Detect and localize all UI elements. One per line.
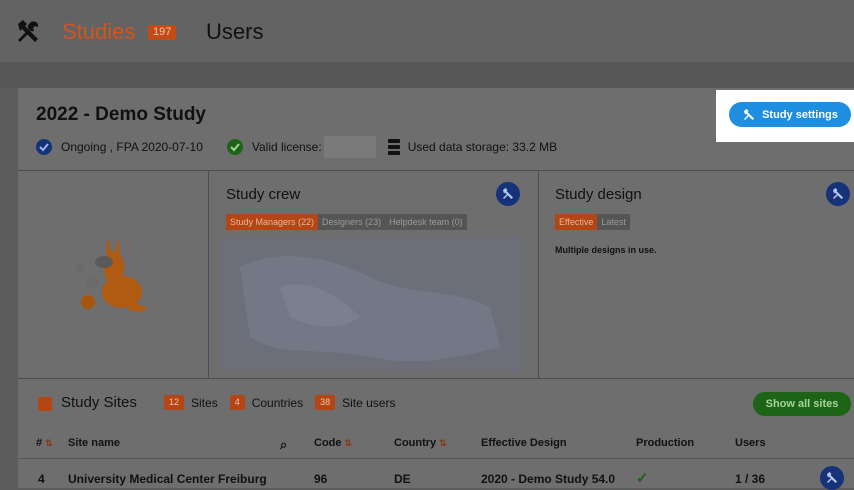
show-all-sites-button[interactable]: Show all sites	[753, 392, 851, 416]
countries-count-label: Countries	[251, 395, 304, 410]
study-title: 2022 - Demo Study	[36, 104, 206, 125]
crew-settings-button[interactable]	[496, 182, 520, 206]
row-number: 4	[38, 472, 45, 486]
row-code: 96	[314, 472, 328, 486]
study-design-title: Study design	[555, 186, 642, 203]
tab-latest[interactable]: Latest	[597, 214, 630, 230]
study-settings-label: Study settings	[762, 108, 838, 121]
studies-count-badge: 197	[148, 25, 177, 40]
study-status-text: Ongoing , FPA 2020-07-10	[61, 140, 203, 154]
tab-effective[interactable]: Effective	[555, 214, 598, 230]
tab-helpdesk-team[interactable]: Helpdesk team (0)	[385, 214, 467, 230]
dog-illustration	[75, 238, 148, 312]
table-row-divider	[18, 458, 854, 459]
study-sites-title: Study Sites	[61, 394, 137, 411]
header-band	[0, 62, 854, 88]
tab-designers[interactable]: Designers (23)	[318, 214, 386, 230]
divider	[538, 170, 539, 378]
row-site-name[interactable]: University Medical Center Freiburg	[68, 472, 267, 486]
tab-study-managers[interactable]: Study Managers (22)	[226, 214, 319, 230]
sites-count-badge: 12	[164, 395, 185, 410]
study-settings-button[interactable]: Study settings	[729, 102, 851, 127]
tools-icon[interactable]	[14, 18, 42, 46]
sort-icon: ⇅	[439, 438, 447, 448]
study-status-row: Ongoing , FPA 2020-07-10 Valid license: …	[36, 136, 558, 158]
sort-icon: ⇅	[344, 438, 353, 448]
tools-icon	[827, 472, 837, 483]
column-header-country[interactable]: Country ⇅	[394, 437, 447, 449]
site-users-count-badge: 38	[315, 395, 336, 410]
column-header-users[interactable]: Users	[735, 437, 766, 449]
column-header-site-name[interactable]: Site name	[68, 437, 120, 449]
divider	[18, 378, 854, 379]
crew-tabs: Study Managers (22) Designers (23) Helpd…	[226, 214, 467, 230]
row-users: 1 / 36	[735, 472, 766, 486]
column-header-number[interactable]: # ⇅	[36, 437, 53, 449]
nav-studies-link[interactable]: Studies	[62, 19, 135, 45]
column-header-code[interactable]: Code ⇅	[314, 437, 352, 449]
status-check-icon	[36, 139, 52, 155]
storage-text: Used data storage: 33.2 MB	[407, 140, 558, 154]
sort-icon: ⇅	[45, 438, 53, 448]
design-note: Multiple designs in use.	[555, 245, 657, 255]
sites-count-label: Sites	[191, 395, 218, 410]
top-navigation-bar: Studies 197 Users	[0, 0, 854, 62]
design-settings-button[interactable]	[826, 182, 850, 206]
site-users-count-label: Site users	[342, 395, 396, 410]
collapse-icon[interactable]	[38, 397, 52, 411]
row-country: DE	[394, 472, 411, 486]
license-check-icon	[226, 139, 243, 155]
row-effective-design: 2020 - Demo Study 54.0	[481, 472, 616, 486]
design-tabs: Effective Latest	[555, 214, 630, 230]
database-icon	[387, 139, 400, 155]
divider	[208, 170, 209, 378]
license-label: Valid license:	[251, 140, 322, 154]
column-header-effective-design[interactable]: Effective Design	[481, 437, 567, 449]
production-check-icon: ✓	[636, 470, 649, 487]
site-settings-button[interactable]	[820, 466, 844, 490]
tools-icon	[833, 188, 843, 199]
divider	[18, 170, 854, 171]
study-crew-title: Study crew	[226, 186, 301, 203]
column-header-production[interactable]: Production	[636, 437, 694, 449]
search-icon[interactable]: ⌕	[280, 437, 287, 453]
countries-count-badge: 4	[229, 395, 245, 410]
tools-icon	[744, 108, 755, 120]
tools-icon	[503, 188, 513, 199]
license-redacted-value	[323, 136, 376, 158]
site-counts: 12 Sites 4 Countries 38 Site users	[164, 395, 395, 410]
nav-users-link[interactable]: Users	[206, 19, 263, 45]
crew-map	[220, 237, 520, 371]
